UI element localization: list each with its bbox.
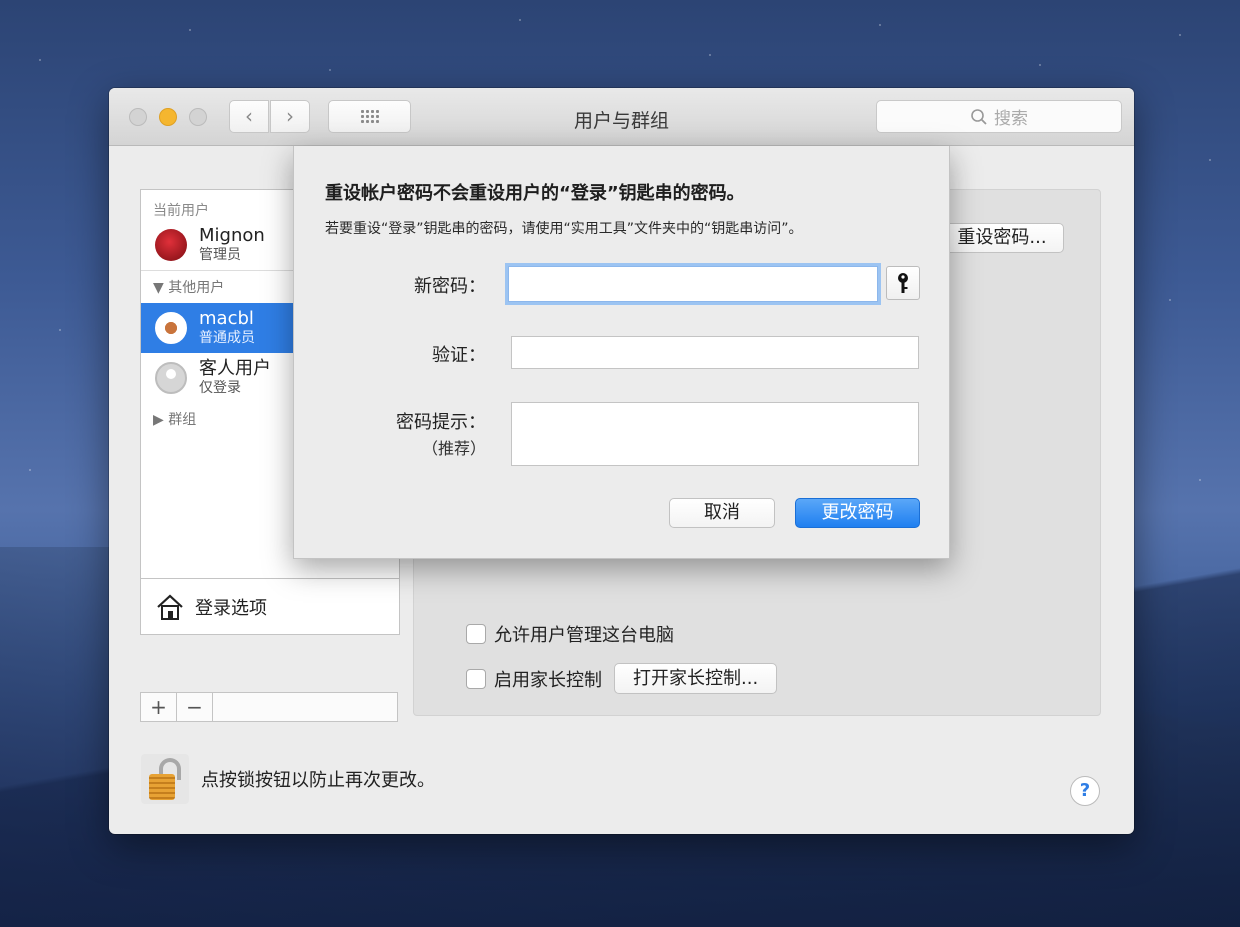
verify-field[interactable]	[511, 336, 919, 369]
sheet-title: 重设帐户密码不会重设用户的“登录”钥匙串的密码。	[325, 183, 745, 204]
guest-avatar-icon	[155, 362, 187, 394]
login-options-label: 登录选项	[195, 597, 267, 619]
gingerbread-avatar-icon	[155, 312, 187, 344]
parental-control-label: 启用家长控制	[494, 669, 602, 691]
help-button[interactable]: ?	[1070, 776, 1100, 806]
house-icon	[157, 594, 183, 620]
user-role: 普通成员	[199, 330, 255, 346]
password-assistant-key-icon[interactable]	[886, 266, 920, 300]
sheet-subtitle: 若要重设“登录”钥匙串的密码，请使用“实用工具”文件夹中的“钥匙串访问”。	[325, 221, 803, 237]
reset-password-sheet: 重设帐户密码不会重设用户的“登录”钥匙串的密码。 若要重设“登录”钥匙串的密码，…	[293, 146, 950, 559]
add-remove-bar: + −	[140, 692, 398, 722]
allow-admin-label: 允许用户管理这台电脑	[494, 625, 674, 646]
reset-password-button[interactable]: 重设密码...	[940, 223, 1064, 253]
password-hint-sub: （推荐）	[421, 439, 486, 458]
user-role: 管理员	[199, 247, 241, 263]
password-hint-field[interactable]	[511, 402, 919, 466]
remove-user-button[interactable]: −	[177, 693, 213, 721]
parental-control-checkbox[interactable]	[466, 668, 486, 689]
open-parental-controls-button[interactable]: 打开家长控制...	[614, 663, 778, 694]
cancel-button[interactable]: 取消	[669, 498, 775, 528]
titlebar: ‹ › 用户与群组 搜索	[109, 88, 1134, 146]
verify-label: 验证：	[432, 345, 486, 366]
user-name: 客人用户	[199, 358, 271, 379]
user-name: Mignon	[199, 225, 265, 246]
search-placeholder: 搜索	[994, 109, 1028, 129]
change-password-button[interactable]: 更改密码	[795, 498, 920, 528]
rose-avatar-icon	[155, 229, 187, 261]
user-role: 仅登录	[199, 380, 241, 396]
lock-area: 点按锁按钮以防止再次更改。	[141, 754, 435, 804]
search-field[interactable]: 搜索	[876, 100, 1122, 133]
new-password-field[interactable]	[508, 266, 878, 302]
search-icon	[971, 108, 987, 125]
lock-text: 点按锁按钮以防止再次更改。	[201, 770, 435, 791]
new-password-label: 新密码：	[414, 276, 486, 297]
parental-control-row: 启用家长控制 打开家长控制...	[466, 663, 778, 694]
allow-admin-row: 允许用户管理这台电脑	[466, 621, 674, 647]
user-name: macbl	[199, 308, 254, 329]
lock-icon[interactable]	[141, 754, 189, 804]
add-user-button[interactable]: +	[141, 693, 177, 721]
login-options-item[interactable]: 登录选项	[141, 578, 399, 634]
password-hint-label: 密码提示：	[396, 412, 486, 433]
allow-admin-checkbox[interactable]	[466, 624, 486, 644]
